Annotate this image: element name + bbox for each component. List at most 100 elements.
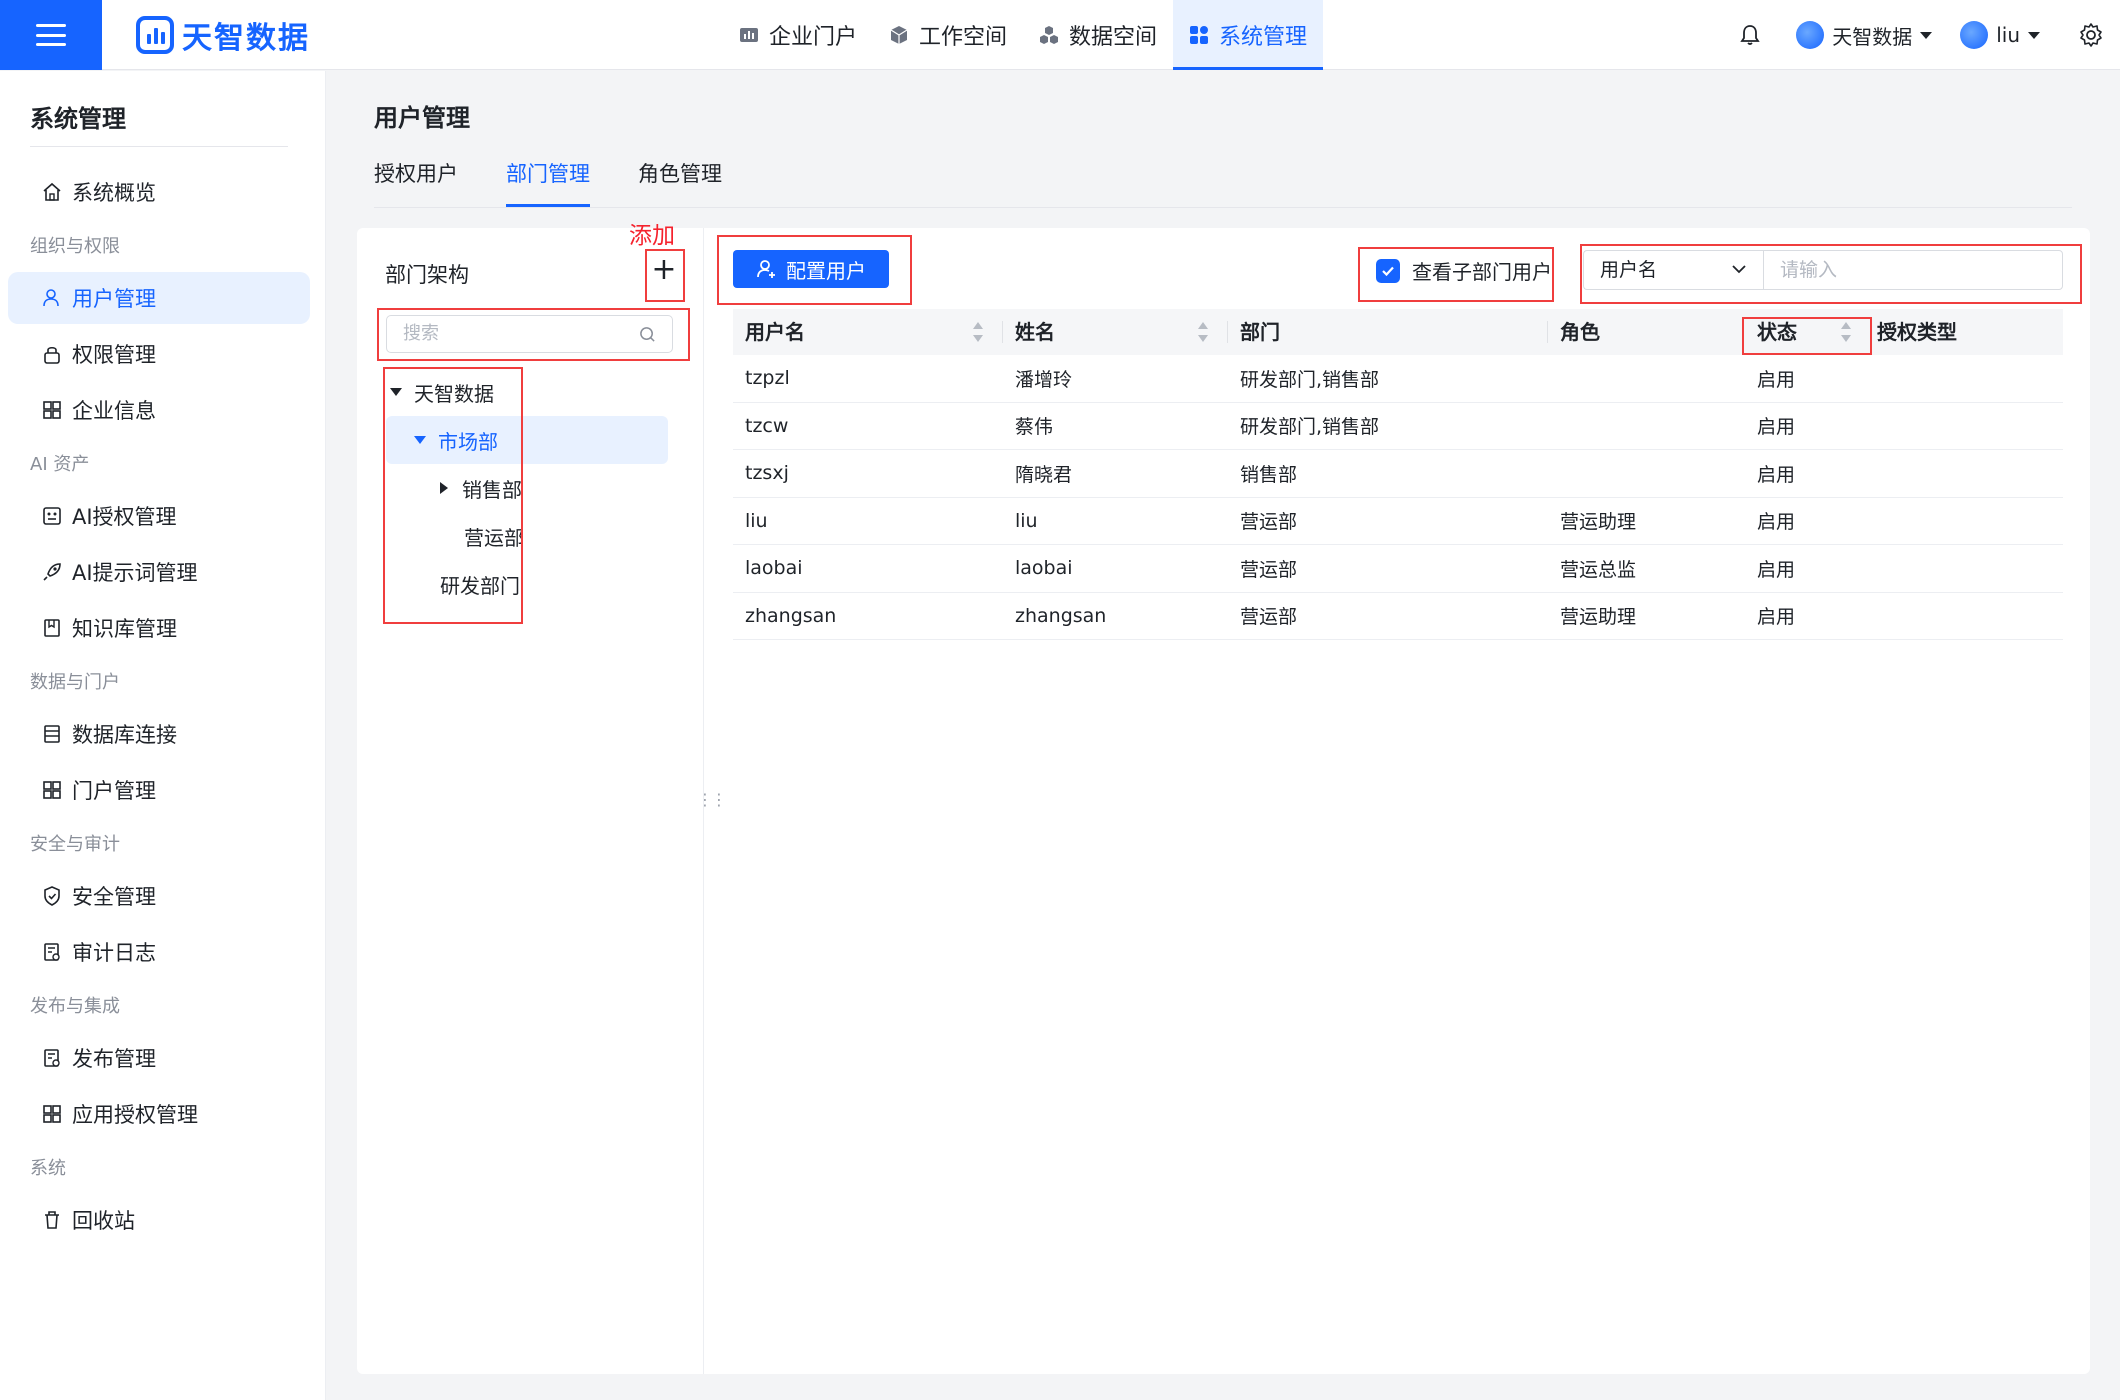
rocket-icon: [43, 563, 61, 581]
sidebar-item-user-management[interactable]: 用户管理: [8, 272, 310, 324]
column-header-status[interactable]: 状态: [1745, 309, 1865, 355]
tree-node-sales[interactable]: 销售部: [386, 464, 668, 512]
column-header-username[interactable]: 用户名: [733, 309, 1003, 355]
topnav-data-space[interactable]: 数据空间: [1023, 0, 1173, 70]
drag-handle-icon[interactable]: ⋮⋮: [697, 790, 727, 809]
sidebar-item-label: AI授权管理: [72, 505, 177, 529]
trash-icon: [45, 1211, 59, 1229]
sidebar-item-database-connection[interactable]: 数据库连接: [8, 708, 310, 760]
sidebar-item-permission-management[interactable]: 权限管理: [8, 328, 310, 380]
cell-department: 营运部: [1240, 606, 1298, 629]
cell-username: tzcw: [745, 414, 789, 437]
tree-node-market[interactable]: 市场部: [386, 416, 668, 464]
cube-icon: [890, 26, 908, 44]
sidebar-item-label: 系统概览: [72, 181, 156, 205]
tree-node-label: 销售部: [462, 477, 522, 502]
sidebar-item-label: 知识库管理: [72, 617, 177, 641]
sidebar-group-label: 发布与集成: [30, 996, 120, 1017]
tree-node-label: 天智数据: [414, 381, 494, 406]
topnav-enterprise-portal[interactable]: 企业门户: [723, 0, 873, 70]
book-icon: [44, 619, 60, 637]
table-row[interactable]: tzpzl 潘增玲 研发部门,销售部 启用: [733, 355, 2063, 403]
filter-value-input[interactable]: [1780, 251, 2050, 289]
sidebar-item-app-authorization[interactable]: 应用授权管理: [8, 1088, 310, 1140]
expand-caret-icon[interactable]: [390, 388, 402, 396]
notifications-button[interactable]: [1738, 23, 1762, 47]
sidebar-title: 系统管理: [30, 105, 126, 133]
cell-role: 营运总监: [1560, 558, 1637, 581]
table-row[interactable]: zhangsan zhangsan 营运部 营运助理 启用: [733, 593, 2063, 640]
tab-role-management[interactable]: 角色管理: [638, 158, 722, 208]
sidebar-item-ai-authorization[interactable]: AI授权管理: [8, 490, 310, 542]
cell-role: 营运助理: [1560, 606, 1637, 629]
topnav-system-management[interactable]: 系统管理: [1173, 0, 1324, 70]
user-avatar: [1960, 21, 1989, 49]
column-label: 状态: [1757, 320, 1797, 344]
add-department-button[interactable]: +: [648, 255, 680, 288]
sort-icon[interactable]: [1198, 322, 1208, 342]
cell-status: 启用: [1757, 606, 1796, 629]
tree-node-operations[interactable]: 营运部: [386, 512, 668, 560]
column-header-auth-type: 授权类型: [1865, 309, 2063, 355]
tab-department-management[interactable]: 部门管理: [506, 158, 590, 208]
filter-field-select[interactable]: 用户名: [1583, 250, 1763, 290]
sort-icon[interactable]: [1841, 322, 1851, 342]
sidebar-group-label: 系统: [30, 1158, 66, 1179]
tree-node-rnd[interactable]: 研发部门: [386, 560, 668, 608]
sidebar-item-audit-log[interactable]: 审计日志: [8, 926, 310, 978]
robot-icon: [43, 507, 61, 525]
table-row[interactable]: tzcw 蔡伟 研发部门,销售部 启用: [733, 403, 2063, 450]
sidebar-item-enterprise-info[interactable]: 企业信息: [8, 384, 310, 436]
app-logo[interactable]: 天智数据: [136, 14, 310, 56]
sidebar-item-publish-management[interactable]: 发布管理: [8, 1032, 310, 1084]
sidebar-item-overview[interactable]: 系统概览: [8, 166, 310, 218]
checkbox[interactable]: [1376, 258, 1400, 283]
table-row[interactable]: tzsxj 隋晓君 销售部 启用: [733, 450, 2063, 498]
sidebar-item-label: 企业信息: [72, 399, 156, 423]
sidebar-group-label: 安全与审计: [30, 834, 120, 855]
bell-icon: [1740, 25, 1760, 45]
table-row[interactable]: laobai laobai 营运部 营运总监 启用: [733, 545, 2063, 593]
column-header-role: 角色: [1548, 309, 1745, 355]
logo-text: 天智数据: [182, 21, 310, 56]
user-menu[interactable]: liu: [1960, 21, 2040, 49]
settings-button[interactable]: [2078, 22, 2104, 48]
collapse-caret-icon[interactable]: [440, 482, 448, 494]
department-search-input[interactable]: [403, 323, 623, 344]
tab-authorized-users[interactable]: 授权用户: [374, 158, 458, 208]
caret-down-icon: [2028, 31, 2040, 39]
cell-name: laobai: [1015, 557, 1073, 580]
tree-node-root[interactable]: 天智数据: [386, 368, 668, 416]
sidebar-group-label: AI 资产: [30, 454, 90, 475]
tree-node-label: 营运部: [464, 525, 524, 550]
column-header-name[interactable]: 姓名: [1003, 309, 1228, 355]
cell-username: tzsxj: [745, 462, 789, 485]
department-tree-title: 部门架构: [385, 263, 469, 287]
include-sub-departments-toggle[interactable]: 查看子部门用户: [1376, 256, 1552, 285]
lock-icon: [44, 346, 60, 364]
table-row[interactable]: liu liu 营运部 营运助理 启用: [733, 498, 2063, 545]
sidebar-item-label: 审计日志: [72, 941, 156, 965]
cell-name: 潘增玲: [1015, 368, 1073, 391]
sidebar-item-label: 权限管理: [72, 343, 156, 367]
home-icon: [43, 182, 61, 201]
sidebar-item-label: 数据库连接: [72, 723, 177, 747]
sidebar-item-knowledge-base[interactable]: 知识库管理: [8, 602, 310, 654]
sidebar-item-security[interactable]: 安全管理: [8, 870, 310, 922]
sidebar-item-label: 门户管理: [72, 779, 156, 803]
org-switcher[interactable]: 天智数据: [1796, 21, 1933, 50]
hamburger-icon: [36, 24, 66, 46]
configure-users-button[interactable]: 配置用户: [733, 250, 889, 288]
cubes-icon: [1040, 26, 1059, 44]
menu-toggle-button[interactable]: [0, 0, 102, 70]
sidebar-item-ai-prompt[interactable]: AI提示词管理: [8, 546, 310, 598]
tab-bar: 授权用户 部门管理 角色管理: [374, 158, 722, 208]
sidebar-item-portal-management[interactable]: 门户管理: [8, 764, 310, 816]
sidebar-item-recycle-bin[interactable]: 回收站: [8, 1194, 310, 1246]
search-icon[interactable]: [639, 326, 656, 343]
topnav-workspace[interactable]: 工作空间: [873, 0, 1023, 70]
sort-icon[interactable]: [973, 322, 983, 342]
sidebar-item-label: 用户管理: [72, 287, 156, 311]
expand-caret-icon[interactable]: [414, 436, 426, 444]
chevron-down-icon: [1732, 265, 1746, 274]
